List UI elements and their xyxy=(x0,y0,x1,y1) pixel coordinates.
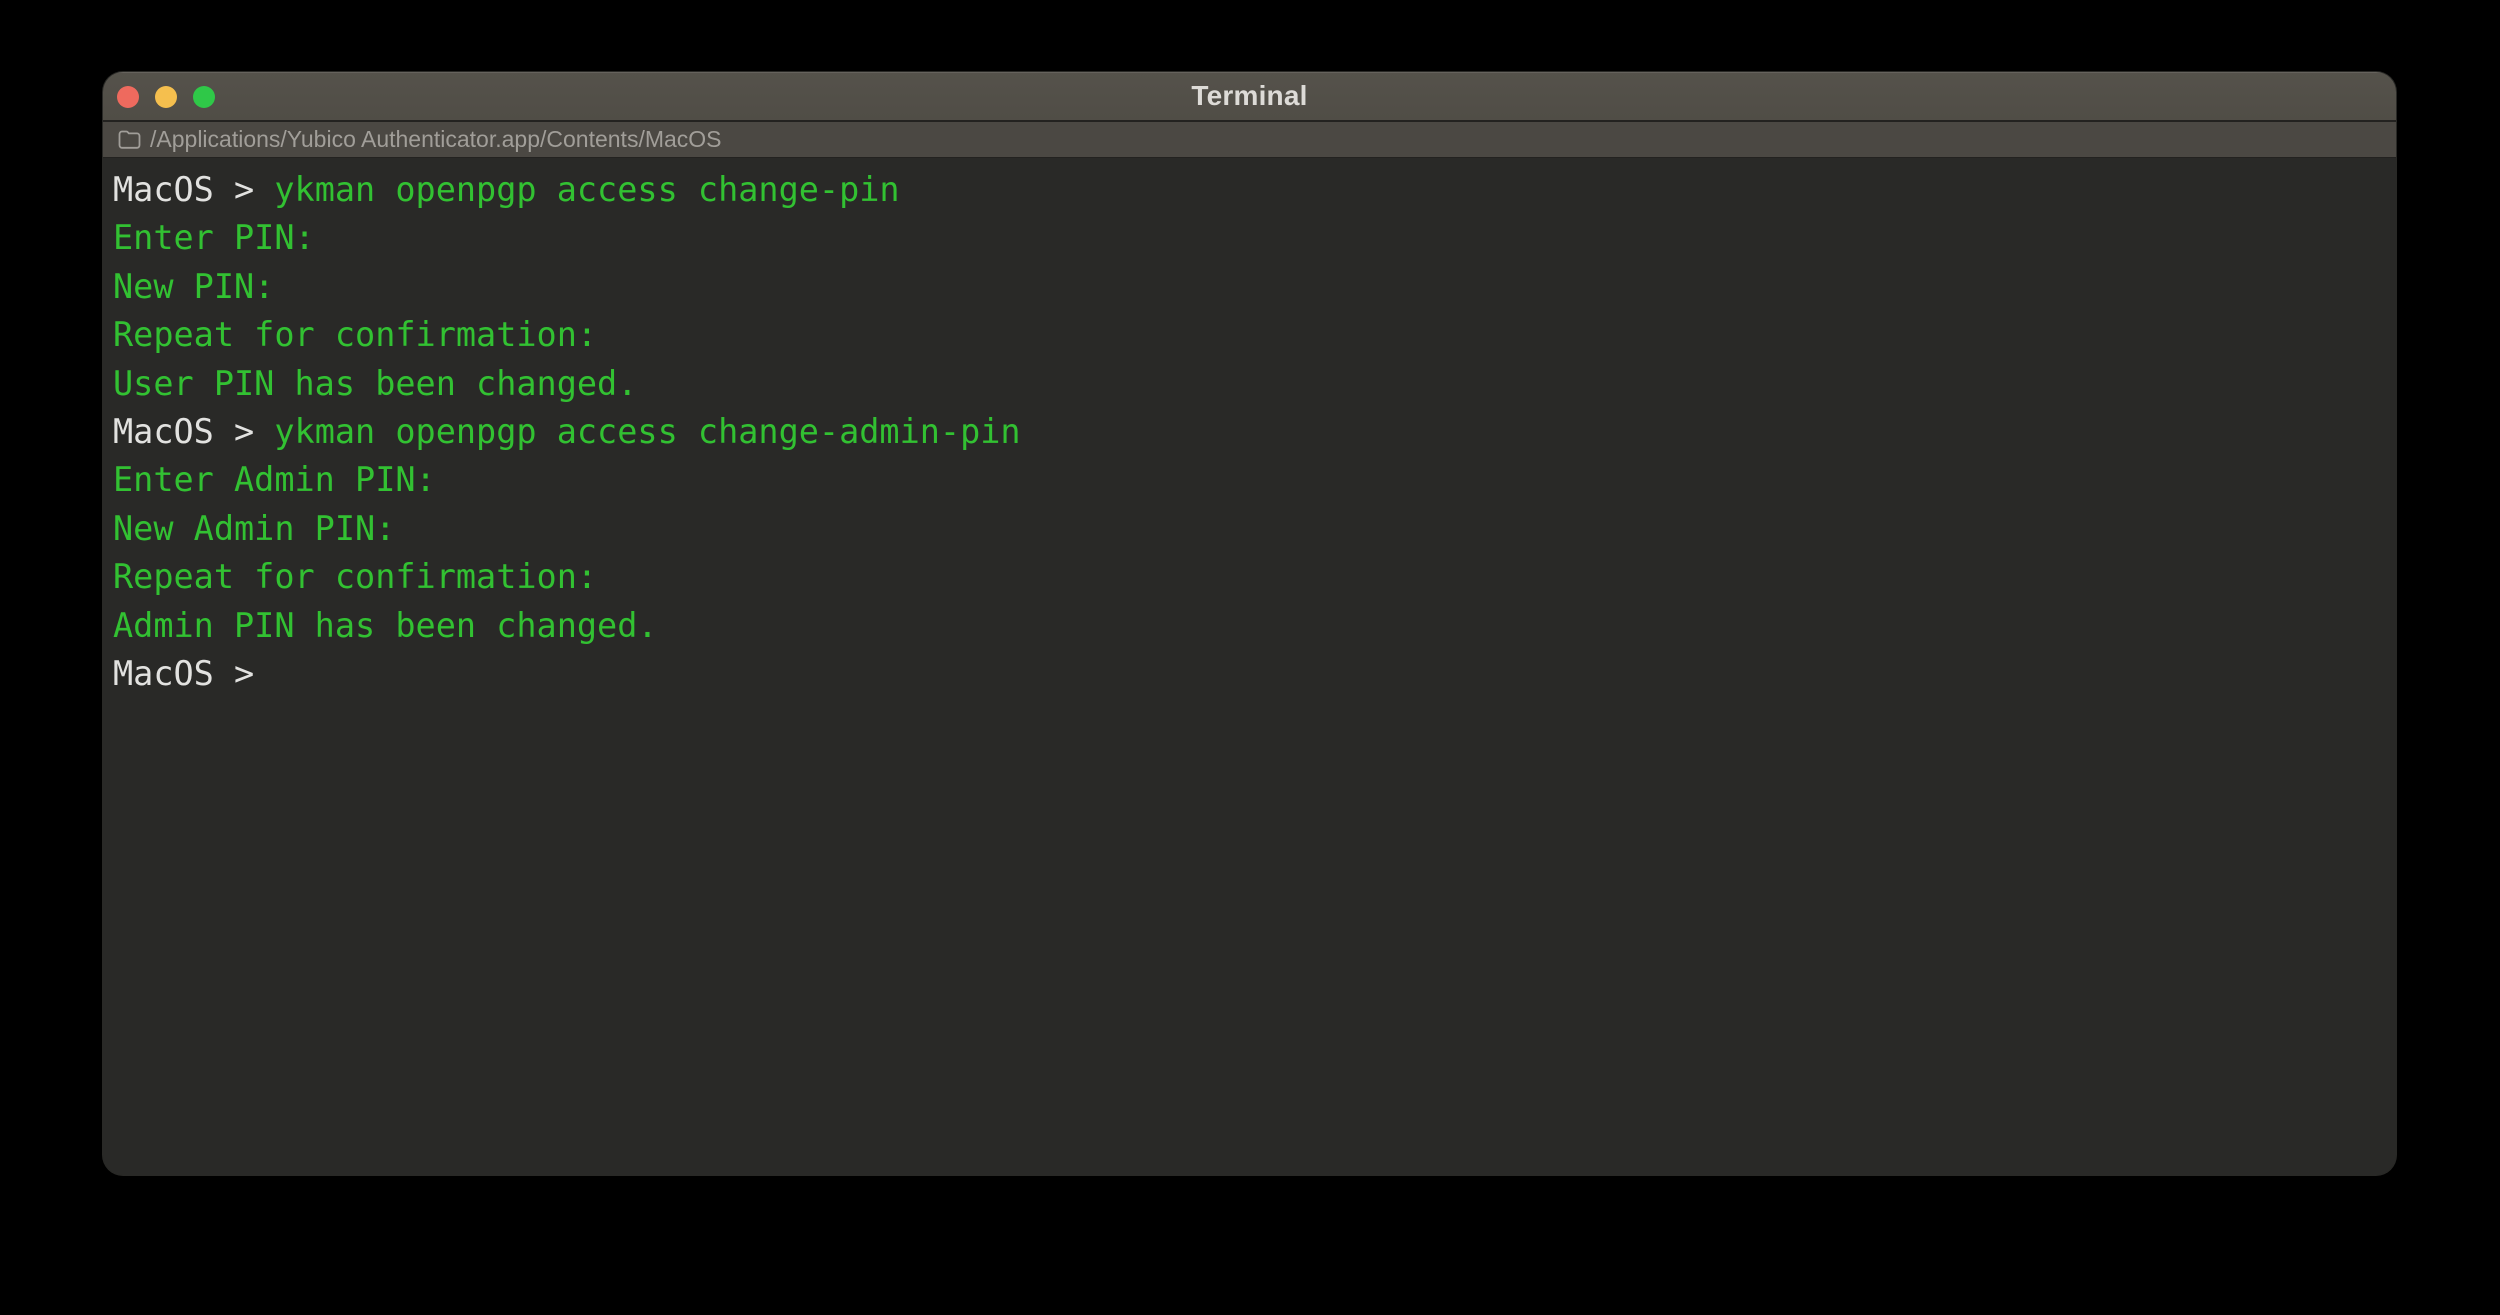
terminal-text-output: User PIN has been changed. xyxy=(113,363,638,403)
terminal-line: Admin PIN has been changed. xyxy=(113,602,2386,650)
terminal-content[interactable]: MacOS > ykman openpgp access change-pin E… xyxy=(103,158,2396,1173)
traffic-lights xyxy=(117,72,215,122)
terminal-text-output: Repeat for confirmation: xyxy=(113,557,598,597)
terminal-text-output: Enter PIN: xyxy=(113,218,315,258)
minimize-button[interactable] xyxy=(155,86,177,108)
terminal-line: User PIN has been changed. xyxy=(113,360,2386,408)
terminal-line: Enter PIN: xyxy=(113,214,2386,262)
pathbar-tab[interactable]: /Applications/Yubico Authenticator.app/C… xyxy=(103,122,2396,158)
terminal-text-output: Admin PIN has been changed. xyxy=(113,605,658,645)
terminal-text-prompt: MacOS > xyxy=(113,654,255,694)
terminal-text-prompt: MacOS > xyxy=(113,170,275,209)
terminal-line: Repeat for confirmation: xyxy=(113,553,2386,601)
terminal-text-output: Repeat for confirmation: xyxy=(113,315,598,355)
desktop-background: Terminal /Applications/Yubico Authentica… xyxy=(0,0,2500,1315)
terminal-line: MacOS > xyxy=(113,650,2386,698)
terminal-line: Repeat for confirmation: xyxy=(113,311,2386,359)
zoom-button[interactable] xyxy=(193,86,215,108)
terminal-text-output: New PIN: xyxy=(113,266,275,306)
close-button[interactable] xyxy=(117,86,139,108)
working-directory-path: /Applications/Yubico Authenticator.app/C… xyxy=(150,126,722,152)
window-title: Terminal xyxy=(1191,80,1308,111)
terminal-line: New Admin PIN: xyxy=(113,505,2386,553)
terminal-text-output: New Admin PIN: xyxy=(113,508,396,548)
terminal-text-command: ykman openpgp access change-pin xyxy=(274,170,900,209)
terminal-text-prompt: MacOS > xyxy=(113,412,275,452)
terminal-line: MacOS > ykman openpgp access change-admi… xyxy=(113,408,2386,456)
terminal-line: New PIN: xyxy=(113,263,2386,311)
folder-icon xyxy=(118,130,141,149)
terminal-line: MacOS > ykman openpgp access change-pin xyxy=(113,166,2386,214)
terminal-line: Enter Admin PIN: xyxy=(113,456,2386,504)
terminal-text-command: ykman openpgp access change-admin-pin xyxy=(274,412,1021,452)
terminal-window: Terminal /Applications/Yubico Authentica… xyxy=(103,72,2396,1175)
titlebar[interactable]: Terminal xyxy=(103,72,2396,122)
terminal-text-output: Enter Admin PIN: xyxy=(113,460,436,500)
